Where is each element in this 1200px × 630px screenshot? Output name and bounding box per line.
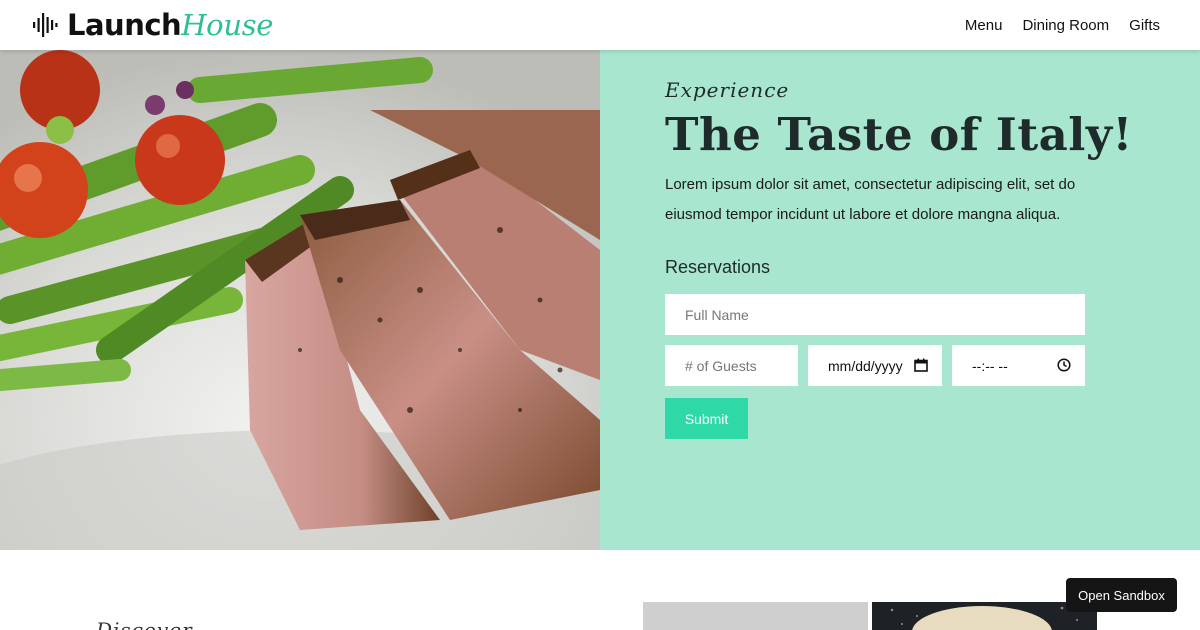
clock-icon[interactable] bbox=[1057, 358, 1071, 372]
nav-gifts[interactable]: Gifts bbox=[1129, 17, 1160, 34]
hero-title: The Taste of Italy! bbox=[665, 108, 1133, 161]
steak-asparagus-photo bbox=[0, 50, 600, 550]
gallery-image-2 bbox=[872, 602, 1097, 630]
site-header: Launch House Menu Dining Room Gifts bbox=[0, 0, 1200, 50]
gallery-image-1 bbox=[643, 602, 868, 630]
hero-food-photo bbox=[0, 50, 600, 550]
guests-input[interactable]: # of Guests bbox=[665, 345, 798, 386]
open-sandbox-button[interactable]: Open Sandbox bbox=[1066, 578, 1177, 612]
pasta-photo bbox=[872, 602, 1097, 630]
hero-section: Experience The Taste of Italy! Lorem ips… bbox=[0, 50, 1200, 550]
nav-menu[interactable]: Menu bbox=[965, 17, 1003, 34]
hero-panel: Experience The Taste of Italy! Lorem ips… bbox=[600, 50, 1200, 550]
reservations-heading: Reservations bbox=[665, 257, 771, 277]
submit-button[interactable]: Submit bbox=[665, 398, 748, 439]
hero-eyebrow: Experience bbox=[665, 78, 790, 102]
sound-wave-icon bbox=[33, 13, 58, 37]
logo-text-italic: House bbox=[181, 8, 274, 42]
main-nav: Menu Dining Room Gifts bbox=[945, 0, 1160, 50]
guests-placeholder: # of Guests bbox=[685, 357, 757, 374]
full-name-placeholder: Full Name bbox=[685, 306, 749, 323]
time-input[interactable]: --:-- -- bbox=[952, 345, 1085, 386]
section-eyebrow: Discover bbox=[96, 618, 193, 630]
hero-lead: Lorem ipsum dolor sit amet, consectetur … bbox=[665, 176, 1076, 223]
date-value: mm/dd/yyyy bbox=[828, 357, 903, 374]
time-value: --:-- -- bbox=[972, 357, 1008, 374]
full-name-input[interactable]: Full Name bbox=[665, 294, 1085, 335]
nav-dining-room[interactable]: Dining Room bbox=[1022, 17, 1109, 34]
logo-text-bold: Launch bbox=[67, 8, 182, 42]
date-input[interactable]: mm/dd/yyyy bbox=[808, 345, 942, 386]
calendar-icon[interactable] bbox=[914, 358, 928, 372]
logo[interactable]: Launch House bbox=[32, 6, 273, 44]
